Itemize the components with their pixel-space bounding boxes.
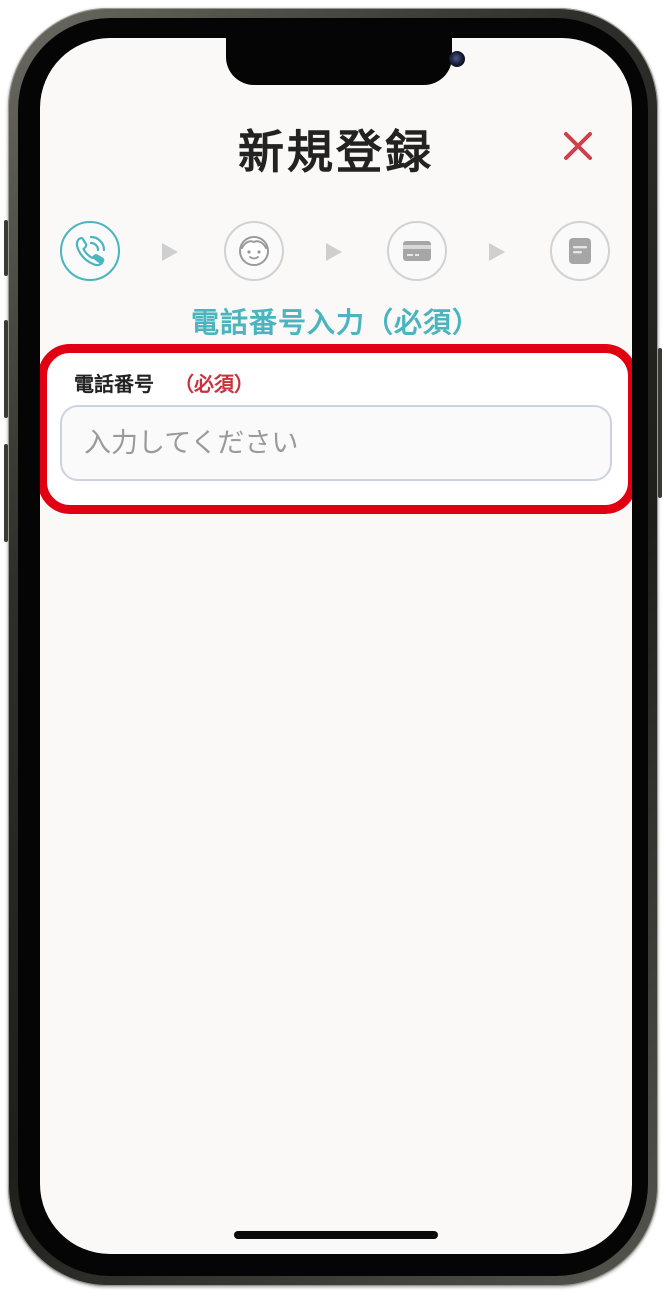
step-card [387,221,447,281]
home-indicator [234,1231,438,1239]
action-button [4,220,8,276]
step-document [550,221,610,281]
close-button[interactable] [558,126,598,166]
credit-card-icon [403,241,431,261]
document-icon [569,238,591,264]
power-button [658,348,662,498]
phone-field-label: 電話番号 （必須） [74,368,254,397]
step-arrow-icon [489,243,505,261]
volume-down-button [4,444,8,542]
notch [226,38,465,85]
phone-label-text: 電話番号 [74,372,154,396]
volume-up-button [4,320,8,418]
step-indicator [40,221,632,285]
phone-number-input[interactable] [60,405,612,481]
page-title: 新規登録 [238,125,434,179]
face-icon [239,236,269,266]
close-icon [564,132,592,160]
step-arrow-icon [162,243,178,261]
step-phone [60,221,120,281]
phone-call-icon [75,235,106,267]
step-title: 電話番号入力（必須） [190,306,481,339]
required-badge: （必須） [174,372,254,396]
step-profile [224,221,284,281]
app-screen: 新規登録 電話番号入力（必須） 電話番号 （必須） 入力してください [40,38,632,1254]
front-camera-icon [449,51,465,67]
step-arrow-icon [326,243,342,261]
